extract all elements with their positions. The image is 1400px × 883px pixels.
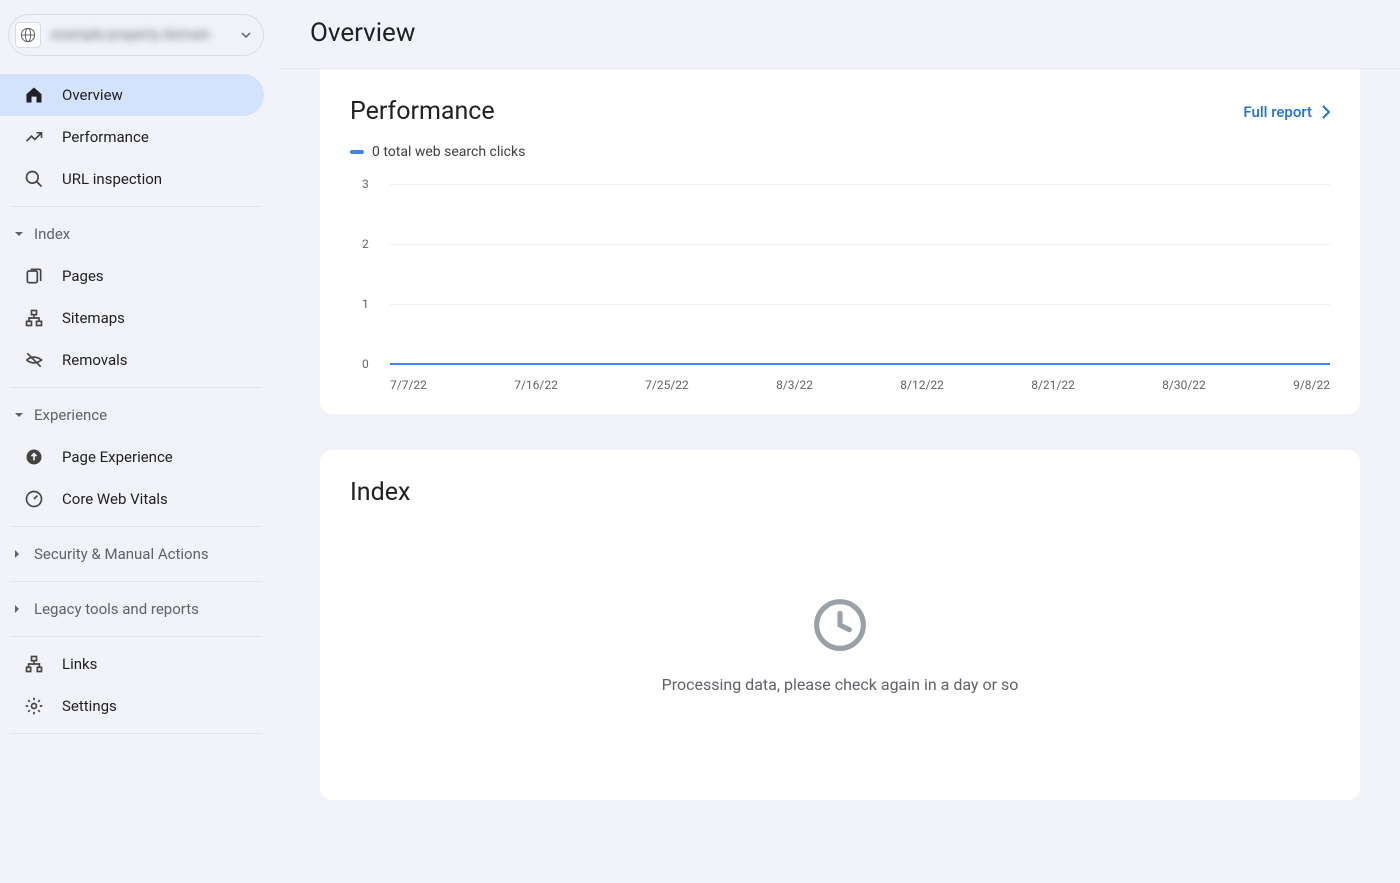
trending-up-icon: [22, 127, 46, 147]
full-report-label: Full report: [1243, 103, 1312, 121]
pages-icon: [22, 266, 46, 286]
x-tick: 7/7/22: [390, 378, 427, 392]
sidebar-item-core-web-vitals[interactable]: Core Web Vitals: [0, 478, 264, 520]
caret-right-icon: [14, 604, 26, 614]
divider: [10, 526, 262, 527]
sidebar-item-label: Performance: [62, 128, 149, 146]
hidden-icon: [22, 350, 46, 370]
caret-down-icon: [14, 231, 26, 237]
sidebar-item-label: Overview: [62, 86, 123, 104]
section-label: Experience: [34, 406, 107, 424]
gear-icon: [22, 696, 46, 716]
divider: [10, 733, 262, 734]
sitemap-icon: [22, 308, 46, 328]
full-report-link[interactable]: Full report: [1243, 103, 1330, 121]
property-selector[interactable]: example property domain: [8, 14, 264, 56]
sidebar-item-label: Sitemaps: [62, 309, 125, 327]
legend-swatch: [350, 150, 364, 154]
y-tick: 0: [362, 357, 369, 371]
x-axis-labels: 7/7/22 7/16/22 7/25/22 8/3/22 8/12/22 8/…: [390, 378, 1330, 392]
performance-card: Performance Full report 0 total web sear…: [320, 69, 1360, 414]
sidebar-section-legacy[interactable]: Legacy tools and reports: [0, 588, 272, 630]
sidebar-item-label: Settings: [62, 697, 117, 715]
gridline: [390, 244, 1330, 245]
legend-text: 0 total web search clicks: [372, 144, 525, 160]
x-tick: 8/30/22: [1162, 378, 1206, 392]
x-tick: 8/21/22: [1031, 378, 1075, 392]
sidebar-item-sitemaps[interactable]: Sitemaps: [0, 297, 264, 339]
y-tick: 1: [362, 297, 369, 311]
links-icon: [22, 654, 46, 674]
sidebar-item-label: Core Web Vitals: [62, 490, 168, 508]
section-label: Security & Manual Actions: [34, 545, 209, 563]
chevron-right-icon: [1322, 105, 1330, 119]
sidebar-item-page-experience[interactable]: Page Experience: [0, 436, 264, 478]
globe-icon: [20, 27, 36, 43]
divider: [10, 387, 262, 388]
page-title: Overview: [280, 18, 1400, 48]
divider: [10, 206, 262, 207]
clock-icon: [812, 597, 868, 653]
sidebar-section-experience[interactable]: Experience: [0, 394, 272, 436]
processing-text: Processing data, please check again in a…: [662, 675, 1019, 694]
x-tick: 9/8/22: [1293, 378, 1330, 392]
chart-legend: 0 total web search clicks: [350, 144, 1330, 160]
sidebar-item-settings[interactable]: Settings: [0, 685, 264, 727]
speed-icon: [22, 489, 46, 509]
caret-down-icon: [14, 412, 26, 418]
sidebar-item-label: Removals: [62, 351, 128, 369]
x-tick: 7/25/22: [645, 378, 689, 392]
sidebar-item-overview[interactable]: Overview: [0, 74, 264, 116]
home-icon: [22, 85, 46, 105]
gridline: [390, 304, 1330, 305]
index-title: Index: [350, 478, 1330, 507]
section-label: Legacy tools and reports: [34, 600, 199, 618]
sidebar-item-url-inspection[interactable]: URL inspection: [0, 158, 264, 200]
chart-series-line: [390, 363, 1330, 365]
divider: [10, 581, 262, 582]
sidebar-item-label: URL inspection: [62, 170, 162, 188]
section-label: Index: [34, 225, 70, 243]
x-tick: 8/12/22: [900, 378, 944, 392]
sidebar-item-performance[interactable]: Performance: [0, 116, 264, 158]
y-tick: 3: [362, 177, 369, 191]
sidebar-section-security[interactable]: Security & Manual Actions: [0, 533, 272, 575]
sidebar-item-label: Page Experience: [62, 448, 173, 466]
property-name: example property domain: [51, 27, 241, 43]
main-content: Overview Performance Full report 0 total…: [280, 0, 1400, 883]
x-tick: 8/3/22: [776, 378, 813, 392]
chevron-down-icon: [241, 32, 251, 38]
sidebar-item-removals[interactable]: Removals: [0, 339, 264, 381]
performance-title: Performance: [350, 97, 495, 126]
search-icon: [22, 169, 46, 189]
y-tick: 2: [362, 237, 369, 251]
sidebar-item-pages[interactable]: Pages: [0, 255, 264, 297]
divider: [10, 636, 262, 637]
index-card: Index Processing data, please check agai…: [320, 450, 1360, 800]
gridline: [390, 184, 1330, 185]
property-favicon: [15, 22, 41, 48]
sidebar-item-links[interactable]: Links: [0, 643, 264, 685]
sidebar: example property domain Overview Perform…: [0, 0, 280, 883]
sidebar-item-label: Links: [62, 655, 97, 673]
sidebar-section-index[interactable]: Index: [0, 213, 272, 255]
x-tick: 7/16/22: [514, 378, 558, 392]
caret-right-icon: [14, 549, 26, 559]
circle-arrow-icon: [22, 447, 46, 467]
page-header: Overview: [280, 0, 1400, 69]
performance-chart: 3 2 1 0 7/7/22 7/16/22 7/25/22 8/3/22 8/…: [362, 184, 1330, 384]
sidebar-item-label: Pages: [62, 267, 104, 285]
